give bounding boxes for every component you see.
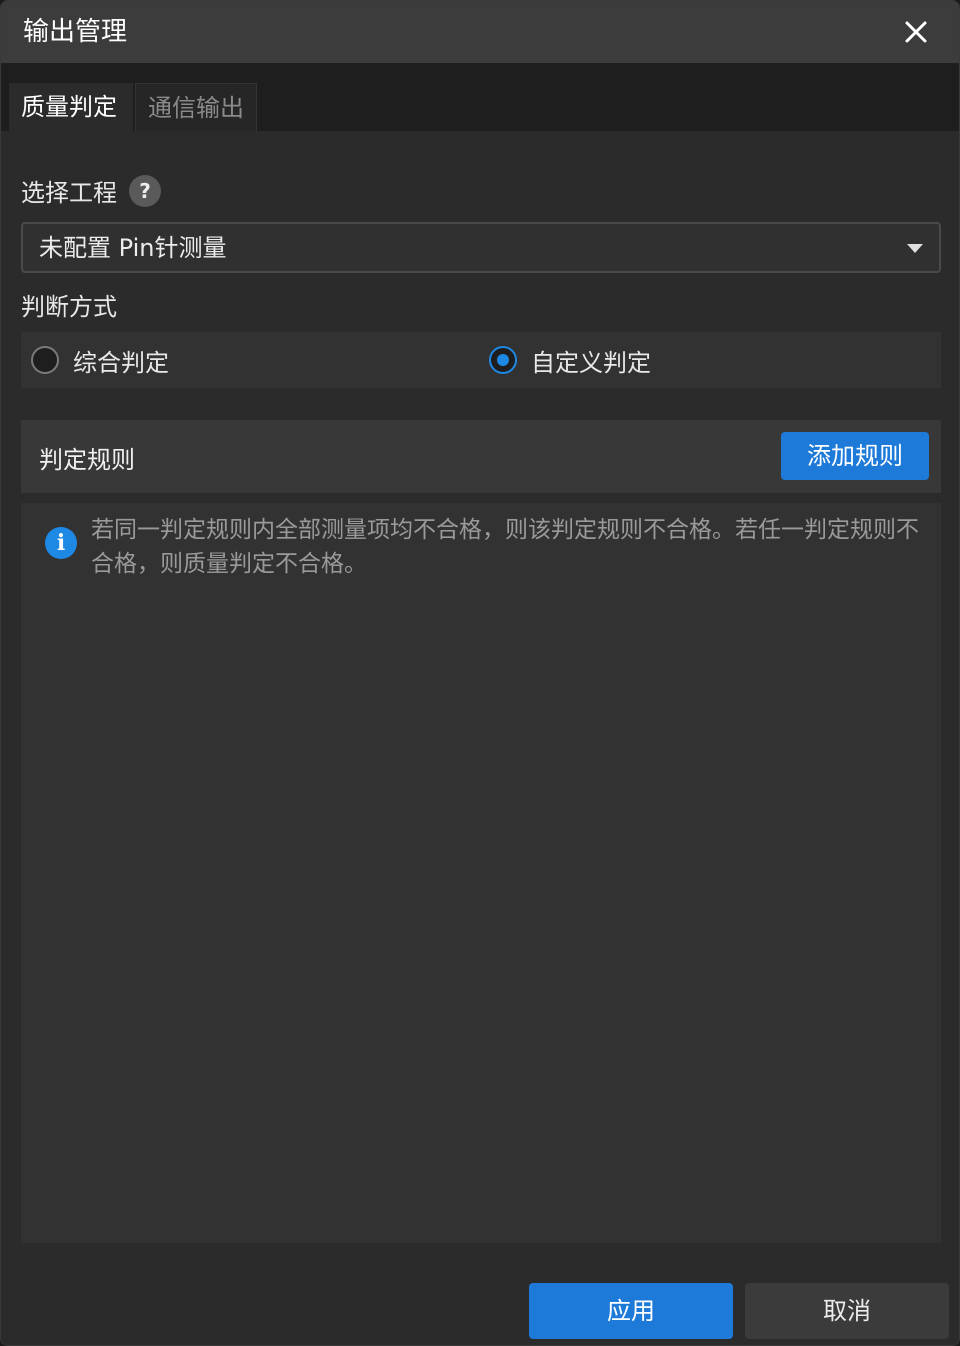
title-bar: 输出管理 [1, 1, 959, 63]
add-rule-button[interactable]: 添加规则 [781, 432, 929, 480]
rules-panel: i 若同一判定规则内全部测量项均不合格，则该判定规则不合格。若任一判定规则不合格… [21, 503, 941, 1243]
apply-button[interactable]: 应用 [529, 1283, 733, 1339]
project-select-value: 未配置 Pin针测量 [39, 234, 227, 262]
tab-communication-output[interactable]: 通信输出 [135, 83, 257, 131]
rules-header: 判定规则 添加规则 [21, 420, 941, 493]
cancel-button[interactable]: 取消 [745, 1283, 949, 1339]
dialog-title: 输出管理 [23, 17, 128, 47]
dialog-footer: 应用 取消 [1, 1263, 959, 1345]
judgement-mode-radio-group: 综合判定 自定义判定 [21, 332, 941, 388]
tab-quality-judgement[interactable]: 质量判定 [9, 83, 133, 131]
radio-comprehensive-judgement[interactable]: 综合判定 [31, 342, 169, 378]
help-icon[interactable]: ? [129, 175, 161, 207]
output-management-dialog: 输出管理 质量判定 通信输出 选择工程 ? 未配置 Pin针测量 判断方式 综合… [0, 0, 960, 1346]
close-icon [905, 21, 927, 43]
project-select[interactable]: 未配置 Pin针测量 [21, 222, 941, 273]
select-project-label: 选择工程 [21, 179, 117, 207]
radio-label: 自定义判定 [531, 348, 651, 377]
judgement-mode-label: 判断方式 [21, 293, 117, 321]
radio-checked-icon [489, 346, 517, 374]
rules-info-text: 若同一判定规则内全部测量项均不合格，则该判定规则不合格。若任一判定规则不合格，则… [91, 517, 919, 577]
rules-title: 判定规则 [39, 446, 135, 474]
close-button[interactable] [901, 17, 931, 47]
tab-bar: 质量判定 通信输出 [1, 63, 959, 131]
chevron-down-icon [907, 244, 923, 253]
radio-custom-judgement[interactable]: 自定义判定 [489, 342, 651, 378]
info-icon: i [45, 527, 77, 559]
radio-label: 综合判定 [73, 348, 169, 377]
radio-unchecked-icon [31, 346, 59, 374]
